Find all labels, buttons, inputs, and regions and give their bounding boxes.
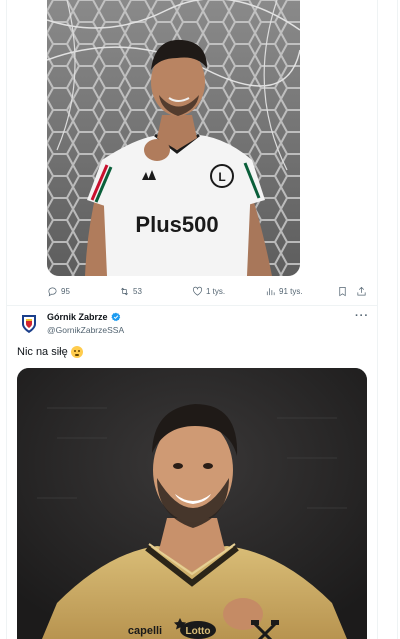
reply-icon — [48, 286, 57, 296]
emoji-icon — [70, 346, 83, 358]
tweet2-text-content: Nic na siłę — [17, 346, 68, 358]
verified-icon — [110, 312, 120, 322]
tweet1-action-bar: 95 53 1 tys. 91 tys. — [47, 282, 369, 300]
retweet-icon — [121, 287, 128, 295]
author-display-name[interactable]: Górnik Zabrze — [47, 312, 108, 322]
retweet-button[interactable]: 53 — [119, 286, 142, 297]
share-button[interactable] — [356, 286, 367, 297]
reply-count: 95 — [61, 286, 70, 296]
share-icon — [357, 286, 366, 296]
more-icon[interactable]: ··· — [355, 310, 369, 322]
author-handle[interactable]: @GornikZabrzeSSA — [47, 325, 124, 335]
tweet2-text: Nic na siłę — [17, 346, 83, 358]
like-icon — [192, 286, 203, 296]
reply-button[interactable]: 95 — [47, 286, 70, 297]
tweet2-shirt-sponsor-1: capelli — [128, 625, 162, 637]
avatar[interactable] — [18, 313, 40, 335]
like-count: 1 tys. — [206, 286, 226, 296]
tweet2-shirt-sponsor-2: Lotto — [186, 626, 211, 637]
views-button[interactable]: 91 tys. — [265, 286, 303, 297]
like-button[interactable]: 1 tys. — [192, 286, 225, 297]
tweet1-media-image[interactable]: L Plus500 — [47, 0, 300, 276]
sidebar-border — [397, 0, 398, 639]
tweet1-club-crest-letter: L — [218, 170, 225, 184]
author-name-row: Górnik Zabrze — [47, 312, 121, 322]
bookmark-icon — [339, 286, 346, 296]
tweet2-media-image[interactable]: capelli Lotto — [17, 368, 367, 639]
bookmark-button[interactable] — [337, 286, 348, 297]
gornik-crest-icon — [22, 315, 36, 333]
tweet1-shirt-sponsor: Plus500 — [135, 212, 218, 237]
views-count: 91 tys. — [279, 286, 303, 296]
views-icon — [266, 287, 275, 295]
retweet-count: 53 — [133, 286, 142, 296]
tweet-divider — [7, 305, 377, 306]
